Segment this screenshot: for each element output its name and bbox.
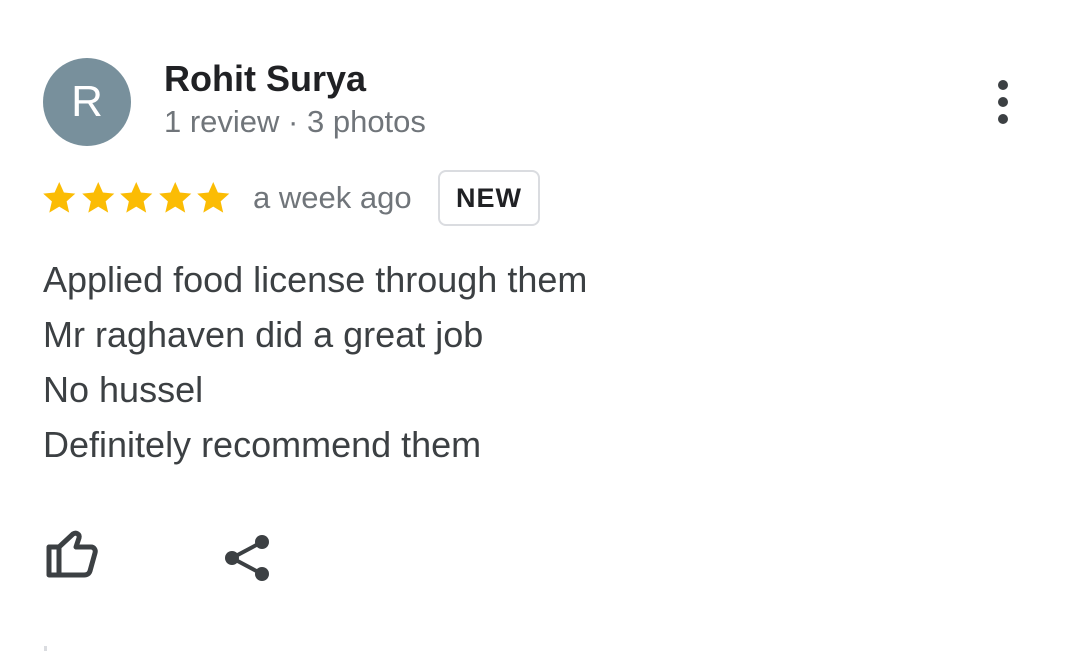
star-rating	[40, 177, 233, 219]
star-icon	[158, 181, 191, 213]
avatar[interactable]: R	[43, 58, 131, 146]
share-icon	[225, 535, 269, 581]
share-button[interactable]	[218, 530, 276, 586]
review-line: Applied food license through them	[43, 259, 588, 300]
reviewer-name[interactable]: Rohit Surya	[164, 58, 366, 100]
review-line: Definitely recommend them	[43, 424, 482, 465]
review-line: Mr raghaven did a great job	[43, 314, 484, 355]
thumb-up-icon	[46, 530, 98, 578]
star-icon	[43, 181, 76, 213]
review-text: Applied food license through them Mr ragh…	[43, 252, 587, 472]
review-time: a week ago	[253, 180, 412, 215]
like-button[interactable]	[40, 528, 102, 586]
review-line: No hussel	[43, 369, 204, 410]
star-icon	[120, 181, 153, 213]
reviewer-meta: 1 review · 3 photos	[164, 104, 426, 139]
star-icon	[197, 181, 230, 213]
new-badge: NEW	[438, 170, 540, 226]
divider-edge	[44, 646, 47, 651]
more-options-button[interactable]	[978, 74, 1028, 130]
star-icon	[81, 181, 114, 213]
